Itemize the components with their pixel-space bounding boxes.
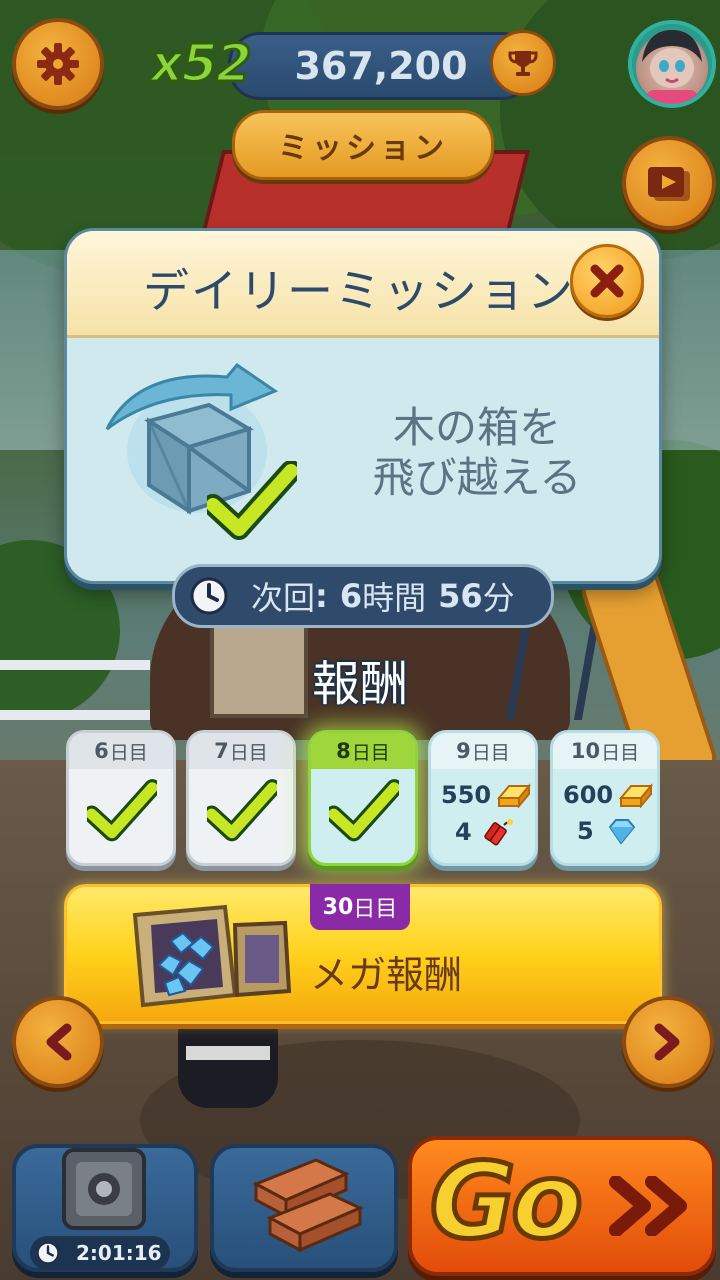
clock-icon bbox=[36, 1241, 60, 1265]
mega-day-number: 30 bbox=[322, 894, 354, 920]
day-unit: 日目 bbox=[471, 741, 510, 764]
gold-bar-icon bbox=[497, 783, 532, 808]
safe-icon bbox=[62, 1148, 146, 1230]
timer-minutes-unit: 分 bbox=[482, 579, 515, 617]
chevron-left-icon bbox=[46, 1023, 72, 1061]
day-unit: 日目 bbox=[353, 897, 398, 922]
day-number: 8 bbox=[336, 739, 351, 763]
mission-complete-check-icon bbox=[207, 461, 297, 540]
day-number: 7 bbox=[214, 739, 229, 763]
mission-text-line2: 飛び越える bbox=[372, 453, 582, 502]
day-number: 10 bbox=[570, 739, 601, 763]
reward-item-count: 5 bbox=[577, 817, 594, 845]
reward-day-card-current: 8 日目 bbox=[308, 730, 418, 866]
reward-day-card: 6 日目 bbox=[66, 730, 176, 866]
day-unit: 日目 bbox=[229, 741, 268, 764]
score-multiplier: x52 bbox=[149, 33, 254, 96]
reward-day-card: 10 日目 600 5 bbox=[550, 730, 660, 866]
missions-button-label: ミッション bbox=[278, 131, 448, 166]
safe-timer-value: 2:01:16 bbox=[76, 1241, 162, 1265]
gold-bar-icon bbox=[619, 783, 654, 808]
day-unit: 日目 bbox=[601, 741, 640, 764]
dialog-title: デイリーミッション bbox=[143, 264, 575, 318]
previous-button[interactable] bbox=[12, 996, 104, 1088]
gear-icon bbox=[37, 43, 79, 85]
diamond-icon bbox=[608, 819, 636, 845]
close-icon bbox=[590, 264, 624, 298]
trophy-icon bbox=[508, 51, 538, 76]
watch-video-button[interactable] bbox=[622, 136, 716, 230]
mission-description: 木の箱を 飛び越える bbox=[317, 403, 637, 503]
rewards-title: 報酬 bbox=[311, 656, 408, 712]
timer-hours: 6 bbox=[339, 577, 363, 615]
video-icon bbox=[648, 167, 690, 201]
day-unit: 日目 bbox=[351, 741, 390, 764]
mega-reward-day-tag: 30 日目 bbox=[310, 884, 410, 930]
claimed-check-icon bbox=[329, 779, 399, 842]
treasure-safe-icon bbox=[132, 904, 292, 1008]
reward-day-card: 9 日目 550 4 bbox=[428, 730, 538, 866]
upgrades-button[interactable] bbox=[210, 1144, 398, 1272]
dynamite-icon bbox=[483, 819, 513, 846]
mission-text-line1: 木の箱を bbox=[392, 403, 561, 452]
timer-hours-unit: 時間 bbox=[362, 579, 427, 617]
close-button[interactable] bbox=[570, 244, 644, 318]
angela-avatar-icon bbox=[642, 30, 702, 104]
safe-timer: 2:01:16 bbox=[30, 1236, 170, 1270]
player-avatar[interactable] bbox=[628, 20, 716, 108]
reward-coins: 550 bbox=[441, 781, 492, 809]
go-button-label: Go bbox=[428, 1138, 586, 1265]
day-number: 9 bbox=[456, 739, 471, 763]
day-number: 6 bbox=[94, 739, 109, 763]
brick-stack-icon bbox=[252, 1158, 364, 1253]
leaderboard-button[interactable] bbox=[490, 30, 556, 96]
game-background bbox=[0, 0, 720, 1280]
double-chevron-right-icon bbox=[609, 1176, 687, 1236]
clock-icon bbox=[190, 577, 228, 615]
mega-reward-label: メガ報酬 bbox=[310, 953, 463, 997]
claimed-check-icon bbox=[207, 779, 277, 842]
reward-item-count: 4 bbox=[455, 818, 472, 846]
score-value: 367,200 bbox=[294, 44, 468, 88]
timer-minutes: 56 bbox=[438, 577, 483, 615]
reward-coins: 600 bbox=[563, 781, 614, 809]
chevron-right-icon bbox=[654, 1023, 680, 1061]
reward-day-card: 7 日目 bbox=[186, 730, 296, 866]
next-mission-timer: 次回 : 6 時間 56 分 bbox=[172, 564, 554, 628]
timer-label: 次回 bbox=[251, 579, 316, 617]
next-button[interactable] bbox=[622, 996, 714, 1088]
day-unit: 日目 bbox=[109, 741, 148, 764]
score-display: 367,200 bbox=[228, 32, 534, 100]
settings-button[interactable] bbox=[12, 18, 104, 110]
missions-button[interactable]: ミッション bbox=[232, 110, 494, 180]
claimed-check-icon bbox=[87, 779, 157, 842]
